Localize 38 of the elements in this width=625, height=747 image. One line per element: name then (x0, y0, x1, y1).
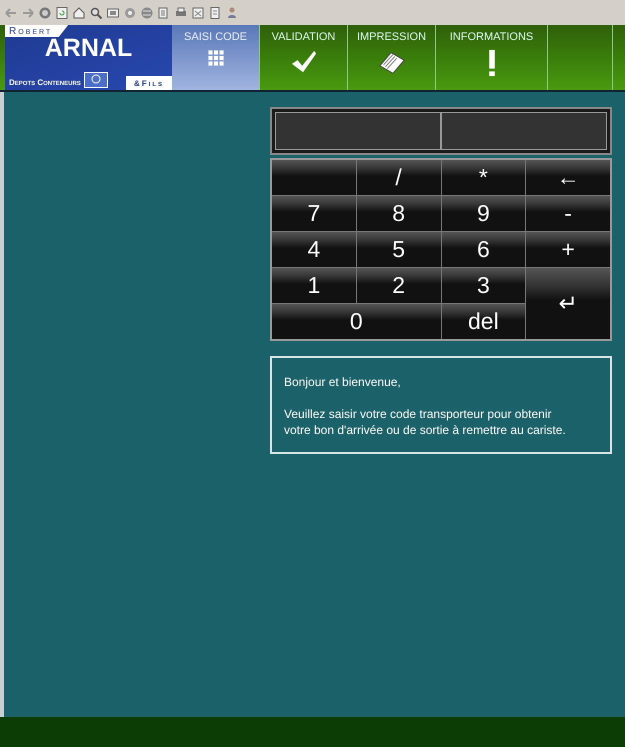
person-icon[interactable] (225, 6, 239, 20)
nav-tab[interactable]: VALIDATION (260, 25, 348, 90)
nav-tab[interactable]: INFORMATIONS (436, 25, 548, 90)
keypad-key[interactable]: - (526, 196, 610, 231)
home-icon[interactable] (72, 6, 86, 20)
checkmark-icon (290, 49, 318, 75)
keypad-key[interactable]: 3 (442, 268, 526, 303)
keypad-key[interactable]: 5 (356, 232, 440, 267)
logo-text: ARNAL (44, 35, 132, 61)
keypad-key[interactable]: 1 (272, 268, 356, 303)
window-icon[interactable] (191, 6, 205, 20)
refresh-icon[interactable] (55, 6, 69, 20)
keypad-key[interactable]: / (356, 160, 440, 195)
stop-icon[interactable] (38, 6, 52, 20)
logo-text: Robert (5, 25, 68, 37)
keypad-key[interactable]: 9 (442, 196, 526, 231)
page-icon[interactable] (208, 6, 222, 20)
keypad-key[interactable]: ← (526, 160, 610, 195)
frame-icon (84, 72, 108, 88)
search-icon[interactable] (89, 6, 103, 20)
keypad-key[interactable]: 6 (442, 232, 526, 267)
keypad-key[interactable]: 0 (272, 304, 440, 339)
logo-text: Depots Conteneurs (8, 78, 82, 89)
grid-icon (206, 49, 224, 67)
logo-text: &Fils (126, 76, 172, 90)
keypad-key[interactable]: + (526, 232, 610, 267)
keypad-key[interactable]: del (442, 304, 526, 339)
keypad-key[interactable]: ↵ (526, 268, 610, 339)
keypad-key[interactable] (272, 160, 356, 195)
keypad-key[interactable]: * (442, 160, 526, 195)
nav-tab[interactable]: IMPRESSION (348, 25, 436, 90)
keypad-key[interactable]: 8 (356, 196, 440, 231)
instruction-text: Veuillez saisir votre code transporteur pour obtenir votre bon d'arrivée ou de sortie à remettre au cariste. (284, 406, 567, 438)
keypad-key[interactable]: 7 (272, 196, 356, 231)
keypad-key[interactable]: 2 (356, 268, 440, 303)
exclamation-icon (486, 49, 496, 77)
greeting-text: Bonjour et bienvenue, (284, 374, 402, 390)
keypad-key[interactable]: 4 (272, 232, 356, 267)
